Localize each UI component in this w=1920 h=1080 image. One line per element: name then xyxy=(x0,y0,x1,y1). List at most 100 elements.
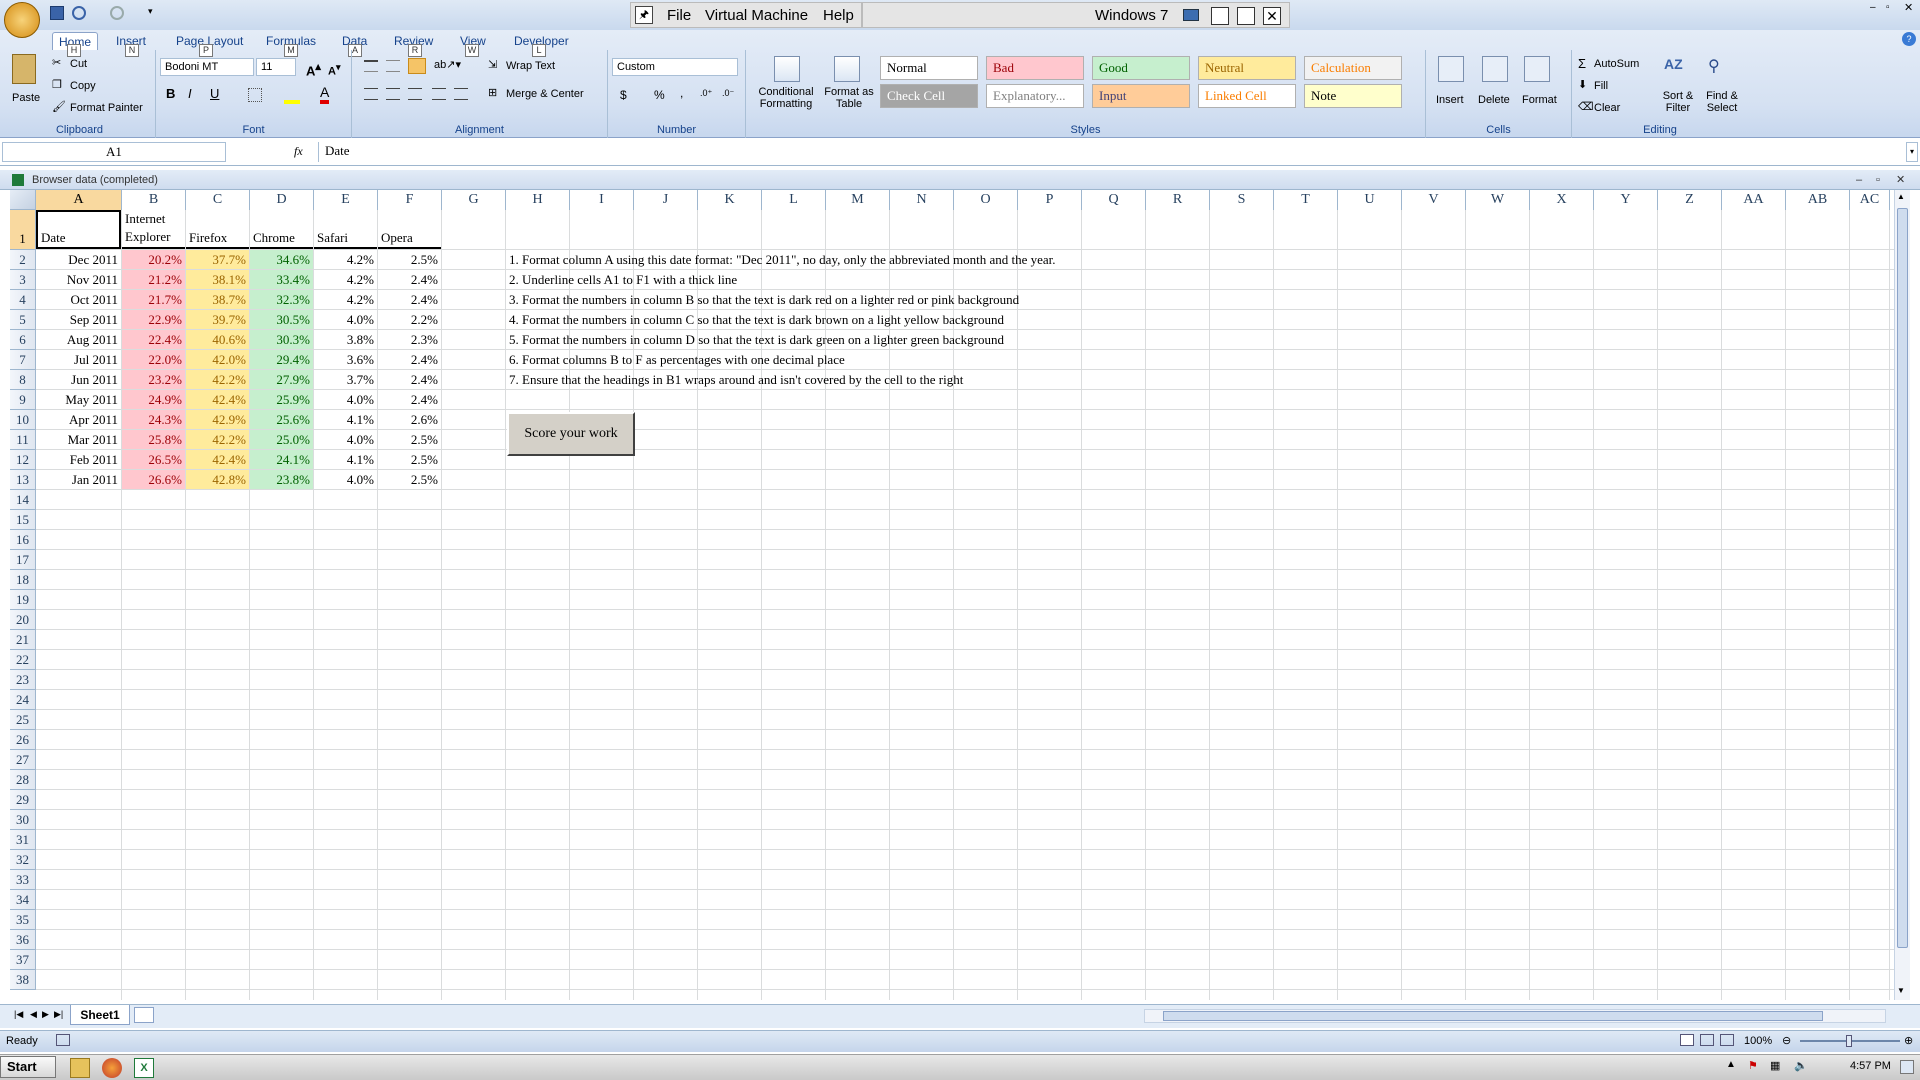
row-header-26[interactable]: 26 xyxy=(10,730,36,750)
cell-d3[interactable]: 33.4% xyxy=(250,270,313,289)
font-size-dropdown[interactable]: 11 xyxy=(256,58,296,76)
cell-style-explanatory[interactable]: Explanatory... xyxy=(986,84,1084,108)
currency-button[interactable]: $ xyxy=(620,88,627,102)
row-header-28[interactable]: 28 xyxy=(10,770,36,790)
cell-d2[interactable]: 34.6% xyxy=(250,250,313,269)
cell-d6[interactable]: 30.3% xyxy=(250,330,313,349)
row-header-22[interactable]: 22 xyxy=(10,650,36,670)
underline-button[interactable]: U xyxy=(210,86,219,101)
volume-icon[interactable]: 🔈 xyxy=(1794,1059,1808,1072)
cell-a9[interactable]: May 2011 xyxy=(36,390,121,409)
cell-f4[interactable]: 2.4% xyxy=(378,290,441,309)
grow-font-icon[interactable]: A▴ xyxy=(306,60,321,78)
orientation-icon[interactable]: ab↗▾ xyxy=(434,58,461,71)
row-header-13[interactable]: 13 xyxy=(10,470,36,490)
row-header-37[interactable]: 37 xyxy=(10,950,36,970)
bold-button[interactable]: B xyxy=(166,86,175,101)
scroll-up-icon[interactable]: ▲ xyxy=(1897,192,1905,201)
cell-f8[interactable]: 2.4% xyxy=(378,370,441,389)
cell-b13[interactable]: 26.6% xyxy=(122,470,185,489)
cell-b5[interactable]: 22.9% xyxy=(122,310,185,329)
cell-a6[interactable]: Aug 2011 xyxy=(36,330,121,349)
row-header-6[interactable]: 6 xyxy=(10,330,36,350)
score-your-work-button[interactable]: Score your work xyxy=(507,412,635,456)
row-header-24[interactable]: 24 xyxy=(10,690,36,710)
row-header-18[interactable]: 18 xyxy=(10,570,36,590)
cell-grid[interactable]: Date Internet Explorer Firefox Chrome Safari O… xyxy=(0,170,1900,1000)
insert-cells-button[interactable]: Insert xyxy=(1436,94,1464,106)
header-internet-explorer[interactable]: Internet Explorer xyxy=(122,210,185,249)
scroll-down-icon[interactable]: ▼ xyxy=(1897,986,1905,995)
sheet-tab-sheet1[interactable]: Sheet1 xyxy=(70,1005,130,1025)
copy-button[interactable]: Copy xyxy=(70,80,96,92)
cell-e2[interactable]: 4.2% xyxy=(314,250,377,269)
quick-access-dropdown-icon[interactable]: ▾ xyxy=(148,6,153,17)
cell-c3[interactable]: 38.1% xyxy=(186,270,249,289)
fx-icon[interactable]: fx xyxy=(294,144,303,159)
cell-a10[interactable]: Apr 2011 xyxy=(36,410,121,429)
cell-c9[interactable]: 42.4% xyxy=(186,390,249,409)
vm-restore-icon[interactable] xyxy=(1237,7,1255,25)
cell-style-calculation[interactable]: Calculation xyxy=(1304,56,1402,80)
window-restore-icon[interactable]: ▫ xyxy=(1886,2,1890,13)
cell-a11[interactable]: Mar 2011 xyxy=(36,430,121,449)
window-close-icon[interactable]: ✕ xyxy=(1904,1,1913,14)
cell-f5[interactable]: 2.2% xyxy=(378,310,441,329)
format-as-table-icon[interactable] xyxy=(834,56,860,82)
insert-sheet-icon[interactable] xyxy=(134,1007,154,1023)
first-sheet-icon[interactable]: |◀ xyxy=(14,1009,23,1020)
zoom-slider[interactable] xyxy=(1800,1035,1900,1047)
merge-center-button[interactable]: Merge & Center xyxy=(506,88,584,100)
cell-style-check-cell[interactable]: Check Cell xyxy=(880,84,978,108)
insert-cells-icon[interactable] xyxy=(1438,56,1464,82)
align-right-icon[interactable] xyxy=(408,88,422,100)
cell-a12[interactable]: Feb 2011 xyxy=(36,450,121,469)
redo-icon[interactable] xyxy=(110,6,124,20)
align-center-icon[interactable] xyxy=(386,88,400,100)
normal-view-icon[interactable] xyxy=(1680,1034,1694,1046)
decrease-decimal-icon[interactable]: .0⁻ xyxy=(722,88,734,99)
cell-d13[interactable]: 23.8% xyxy=(250,470,313,489)
cell-a5[interactable]: Sep 2011 xyxy=(36,310,121,329)
row-header-12[interactable]: 12 xyxy=(10,450,36,470)
cell-b2[interactable]: 20.2% xyxy=(122,250,185,269)
cell-f2[interactable]: 2.5% xyxy=(378,250,441,269)
show-desktop-icon[interactable] xyxy=(1900,1060,1914,1074)
increase-decimal-icon[interactable]: .0⁺ xyxy=(700,88,712,99)
cell-c6[interactable]: 40.6% xyxy=(186,330,249,349)
cell-c10[interactable]: 42.9% xyxy=(186,410,249,429)
header-chrome[interactable]: Chrome xyxy=(250,210,313,249)
row-header-20[interactable]: 20 xyxy=(10,610,36,630)
cell-style-note[interactable]: Note xyxy=(1304,84,1402,108)
align-left-icon[interactable] xyxy=(364,88,378,100)
cell-e12[interactable]: 4.1% xyxy=(314,450,377,469)
cell-a13[interactable]: Jan 2011 xyxy=(36,470,121,489)
row-header-25[interactable]: 25 xyxy=(10,710,36,730)
align-bottom-icon[interactable] xyxy=(408,58,426,74)
delete-cells-icon[interactable] xyxy=(1482,56,1508,82)
cell-a7[interactable]: Jul 2011 xyxy=(36,350,121,369)
cell-e8[interactable]: 3.7% xyxy=(314,370,377,389)
borders-icon[interactable] xyxy=(248,88,262,102)
cell-e5[interactable]: 4.0% xyxy=(314,310,377,329)
zoom-out-icon[interactable]: ⊖ xyxy=(1782,1031,1791,1051)
conditional-formatting-button[interactable]: Conditional Formatting xyxy=(752,86,820,110)
monitor-icon[interactable] xyxy=(1183,9,1199,21)
network-icon[interactable]: ▦ xyxy=(1770,1059,1780,1072)
fill-button[interactable]: Fill xyxy=(1594,80,1608,92)
vm-menu-file[interactable]: File xyxy=(667,7,691,24)
cell-c13[interactable]: 42.8% xyxy=(186,470,249,489)
vm-minimize-icon[interactable] xyxy=(1211,7,1229,25)
cell-style-bad[interactable]: Bad xyxy=(986,56,1084,80)
conditional-formatting-icon[interactable] xyxy=(774,56,800,82)
header-safari[interactable]: Safari xyxy=(314,210,377,249)
cell-f13[interactable]: 2.5% xyxy=(378,470,441,489)
cell-f12[interactable]: 2.5% xyxy=(378,450,441,469)
cell-d11[interactable]: 25.0% xyxy=(250,430,313,449)
window-minimize-icon[interactable]: ‒ xyxy=(1870,2,1876,13)
row-header-14[interactable]: 14 xyxy=(10,490,36,510)
row-header-30[interactable]: 30 xyxy=(10,810,36,830)
cell-c4[interactable]: 38.7% xyxy=(186,290,249,309)
header-date[interactable]: Date xyxy=(36,210,121,249)
cell-d9[interactable]: 25.9% xyxy=(250,390,313,409)
